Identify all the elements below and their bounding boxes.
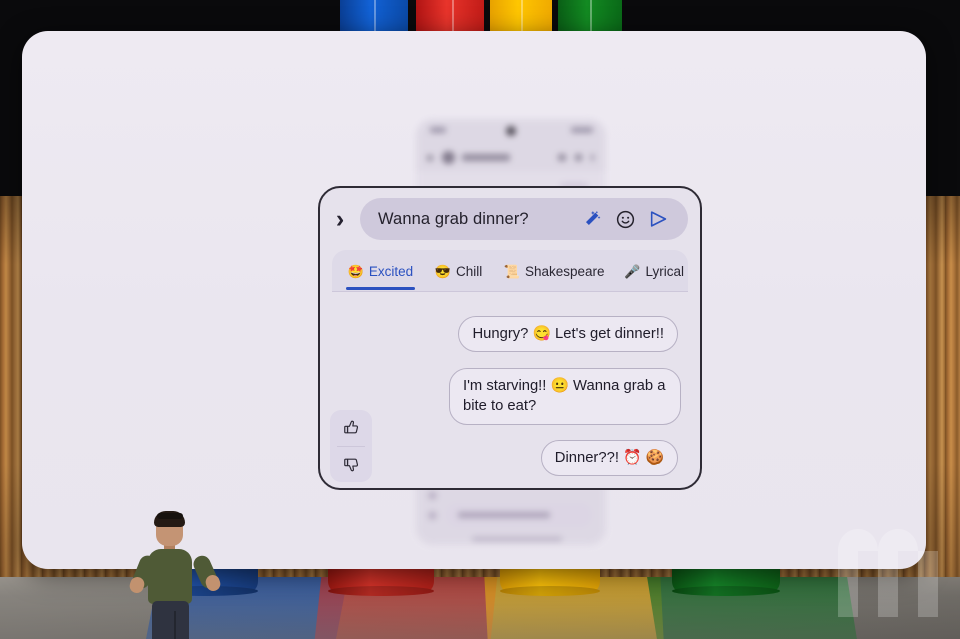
suggestion-bubble-1-text: Hungry? 😋 Let's get dinner!!	[472, 326, 664, 342]
phone-overflow-icon	[591, 154, 594, 161]
feedback-buttons	[330, 410, 372, 482]
phone-compose-placeholder	[458, 512, 550, 518]
smart-reply-card: › Wanna grab dinner? 🤩 Excited 😎 Chill 📜…	[318, 186, 702, 490]
suggestion-bubble-3[interactable]: Dinner??! ⏰ 🍪	[540, 440, 678, 477]
phone-gallery-icon	[428, 511, 437, 520]
suggestion-bubble-2-text: I'm starving!! 😐 Wanna grab a bite to ea…	[463, 378, 666, 415]
sunglasses-emoji: 😎	[434, 263, 451, 279]
phone-video-call-icon	[558, 154, 566, 161]
phone-voice-call-icon	[575, 154, 582, 161]
phone-status-icons	[571, 127, 593, 133]
phone-status-time	[430, 127, 446, 133]
phone-compose-row	[424, 489, 598, 541]
tabs-divider	[332, 291, 688, 292]
tab-excited-label: Excited	[368, 263, 414, 279]
presenter-leg-split	[174, 611, 176, 639]
star-struck-emoji: 🤩	[347, 263, 364, 279]
tone-tabs: 🤩 Excited 😎 Chill 📜 Shakespeare 🎤 Lyrica…	[332, 250, 688, 292]
suggestion-bubble-2[interactable]: I'm starving!! 😐 Wanna grab a bite to ea…	[449, 368, 681, 425]
thumbs-down-icon[interactable]	[330, 447, 372, 483]
message-input-field[interactable]: Wanna grab dinner?	[360, 198, 688, 240]
suggestion-bubble-3-text: Dinner??! ⏰ 🍪	[554, 450, 664, 466]
phone-camera-icon	[428, 491, 437, 500]
phone-status-bar	[416, 126, 606, 138]
scroll-emoji: 📜	[503, 263, 520, 279]
watermark-logo	[834, 523, 942, 617]
presenter-trousers	[152, 601, 189, 639]
tab-shakespeare-label: Shakespeare	[525, 263, 605, 279]
suggestion-bubble-1[interactable]: Hungry? 😋 Let's get dinner!!	[458, 316, 678, 353]
tab-excited[interactable]: 🤩 Excited	[344, 250, 417, 292]
tab-lyrical[interactable]: 🎤 Lyrical	[620, 250, 688, 292]
chevron-right-icon[interactable]: ›	[320, 206, 360, 232]
phone-contact-avatar	[442, 151, 455, 164]
stage-scene: › Wanna grab dinner? 🤩 Excited 😎 Chill 📜…	[0, 0, 960, 639]
message-input-value: Wanna grab dinner?	[378, 209, 529, 228]
thumbs-up-icon[interactable]	[330, 410, 372, 446]
message-input-row: › Wanna grab dinner?	[320, 188, 700, 250]
presenter-shirt	[148, 549, 192, 604]
microphone-emoji: 🎤	[624, 263, 641, 279]
tab-chill-label: Chill	[455, 263, 483, 279]
phone-conversation-header	[416, 147, 606, 169]
tab-chill[interactable]: 😎 Chill	[431, 250, 486, 292]
magic-wand-icon[interactable]	[574, 202, 608, 236]
phone-back-icon	[427, 155, 433, 161]
phone-contact-name	[462, 154, 510, 161]
phone-front-camera	[506, 126, 516, 136]
phone-home-indicator	[472, 537, 562, 541]
tab-shakespeare[interactable]: 📜 Shakespeare	[500, 250, 609, 292]
sunglasses-icon	[157, 513, 183, 519]
presentation-screen: › Wanna grab dinner? 🤩 Excited 😎 Chill 📜…	[22, 31, 926, 569]
presenter	[127, 511, 223, 639]
send-icon[interactable]	[642, 202, 676, 236]
emoji-icon[interactable]	[608, 202, 642, 236]
tab-lyrical-label: Lyrical	[645, 263, 684, 279]
